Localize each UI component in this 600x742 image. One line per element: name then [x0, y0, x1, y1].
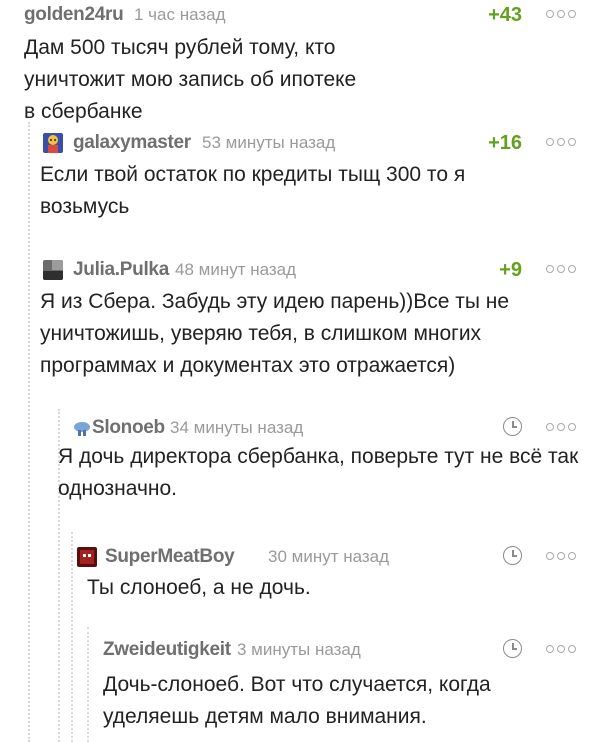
username[interactable]: golden24ru — [24, 2, 124, 28]
comment-text: Ты слоноеб, а не дочь. — [87, 576, 311, 599]
small-creature-avatar-icon[interactable] — [72, 418, 92, 438]
clock-icon — [503, 546, 522, 565]
username[interactable]: Julia.Pulka — [73, 257, 169, 283]
username[interactable]: SuperMeatBoy — [105, 544, 235, 570]
comment-time: 1 час назад — [134, 5, 226, 24]
comment: Julia.Pulka 48 минут назад +9 Я из Сбера… — [28, 249, 600, 742]
comment-rating[interactable]: +43 — [488, 2, 522, 28]
comment-time: 30 минут назад — [268, 547, 390, 566]
comment-rating[interactable]: +16 — [488, 130, 522, 156]
comment-text: Дам 500 тысяч рублей тому, кто уничтожит… — [24, 36, 357, 123]
comment: Zweideutigkeit 3 минуты назад Дочь-слоно… — [87, 627, 600, 742]
comment-header: golden24ru 1 час назад +43 — [0, 2, 600, 28]
comment-header: Slonoeb 34 минуты назад — [58, 415, 600, 441]
comment-time: 48 минут назад — [175, 260, 297, 279]
comment-time: 3 минуты назад — [237, 640, 361, 659]
comment-text: Дочь-слоноеб. Вот что случается, когда у… — [103, 673, 491, 728]
comment-text: Я из Сбера. Забудь эту идею парень))Все … — [40, 290, 510, 377]
username[interactable]: Zweideutigkeit — [103, 637, 231, 663]
more-options-icon[interactable] — [546, 549, 576, 563]
more-options-icon[interactable] — [546, 7, 576, 21]
comment-text: Я дочь директора сбербанка, поверьте тут… — [58, 445, 579, 500]
comment: golden24ru 1 час назад +43 Дам 500 тысяч… — [0, 0, 600, 742]
comment-header: galaxymaster 53 минуты назад +16 — [28, 130, 600, 156]
meat-avatar-icon[interactable] — [77, 547, 97, 567]
comment: Slonoeb 34 минуты назад Я дочь директора… — [58, 409, 600, 742]
comment-header: Zweideutigkeit 3 минуты назад — [87, 637, 600, 663]
more-options-icon[interactable] — [546, 642, 576, 656]
clock-icon — [503, 639, 522, 658]
more-options-icon[interactable] — [546, 135, 576, 149]
comment: galaxymaster 53 минуты назад +16 Если тв… — [28, 122, 600, 742]
more-options-icon[interactable] — [546, 420, 576, 434]
username[interactable]: Slonoeb — [92, 415, 165, 441]
comment-rating[interactable]: +9 — [499, 257, 522, 283]
comment-text: Если твой остаток по кредиты тыщ 300 то … — [40, 163, 466, 218]
comment-header: Julia.Pulka 48 минут назад +9 — [28, 257, 600, 283]
clock-icon — [503, 417, 522, 436]
cartoon-avatar-icon[interactable] — [43, 133, 63, 153]
username[interactable]: galaxymaster — [73, 130, 191, 156]
comment-header: SuperMeatBoy 30 минут назад — [71, 544, 600, 570]
comment-time: 34 минуты назад — [170, 418, 304, 437]
photo-avatar-icon[interactable] — [43, 260, 63, 280]
more-options-icon[interactable] — [546, 262, 576, 276]
comment: SuperMeatBoy 30 минут назад Ты слоноеб, … — [71, 532, 600, 742]
comment-time: 53 минуты назад — [202, 133, 336, 152]
